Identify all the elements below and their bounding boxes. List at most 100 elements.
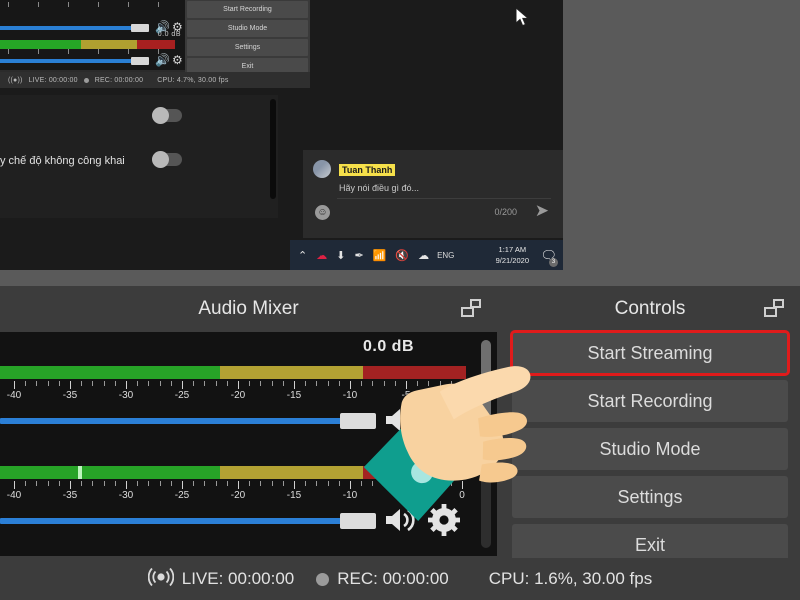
scale-tick-label: -25 <box>174 490 190 501</box>
privacy-toggle-2[interactable] <box>152 151 182 168</box>
mini-obs-window: 🔊 ⚙ 0.0 dB 🔊 ⚙ Start Recording Studio Mo… <box>0 0 310 88</box>
gear-icon[interactable]: ⚙ <box>172 54 183 66</box>
mini-settings-button[interactable]: Settings <box>187 39 308 56</box>
scale-tick-label: -30 <box>118 490 134 501</box>
scale-tick-label: -35 <box>62 390 78 401</box>
volume-fader[interactable] <box>0 418 348 424</box>
live-time: LIVE: 00:00:00 <box>181 569 295 588</box>
input-language-indicator[interactable]: ENG <box>437 251 454 260</box>
gear-icon[interactable] <box>428 404 460 441</box>
speaker-icon[interactable]: 🔊 <box>155 54 170 66</box>
undock-icon[interactable] <box>764 299 784 317</box>
send-icon[interactable]: ➤ <box>535 202 549 219</box>
pen-icon[interactable]: ✒ <box>354 249 363 262</box>
level-meter <box>0 366 466 379</box>
mini-fader-knob-2[interactable] <box>131 57 149 65</box>
privacy-toggle-1[interactable] <box>152 107 182 124</box>
scale-tick-label: -15 <box>286 390 302 401</box>
taskbar-tray-icons: ⌃ ☁ ⬇ ✒ 📶 🔇 ☁ <box>298 249 429 262</box>
volume-fader-knob[interactable] <box>340 513 376 529</box>
mini-fader-knob-1[interactable] <box>131 24 149 32</box>
broadcast-icon: ((●)) <box>8 76 23 84</box>
scale-tick-label: -15 <box>286 490 302 501</box>
taskbar-clock[interactable]: 1:17 AM 9/21/2020 <box>496 244 529 266</box>
scale-tick-label: -10 <box>342 390 358 401</box>
audio-mixer-dock: Audio Mixer 0.0 dB -40 -35 -30 -25 -20 -15 -10… <box>0 286 497 556</box>
emoji-icon[interactable]: ☺ <box>315 205 330 220</box>
scale-tick-label: -5 <box>401 490 411 501</box>
rec-status-group: REC: 00:00:00 <box>316 569 449 589</box>
mini-start-recording-button[interactable]: Start Recording <box>187 1 308 18</box>
mini-level-meter-2 <box>0 40 175 49</box>
meter-scale-ticks <box>0 381 466 390</box>
taskbar-date: 9/21/2020 <box>495 256 529 265</box>
settings-toggle-panel: y chế độ không công khai <box>0 95 278 218</box>
embedded-screenshot-region: 🔊 ⚙ 0.0 dB 🔊 ⚙ Start Recording Studio Mo… <box>0 0 800 270</box>
privacy-setting-label: y chế độ không công khai <box>0 155 125 167</box>
mini-audio-mixer: 🔊 ⚙ 0.0 dB 🔊 ⚙ <box>0 0 185 70</box>
meter-peak-indicator <box>78 466 82 479</box>
volume-mute-icon[interactable]: 🔇 <box>395 249 409 262</box>
cpu-stats: CPU: 1.6%, 30.00 fps <box>488 569 653 588</box>
meter-scale-labels: -40 -35 -30 -25 -20 -15 -10 -5 0 <box>0 390 466 403</box>
mini-scale-ticks-1 <box>0 2 175 8</box>
settings-button[interactable]: Settings <box>512 476 788 518</box>
scale-tick-label: -20 <box>230 390 246 401</box>
rec-time: REC: 00:00:00 <box>337 569 449 588</box>
controls-title: Controls <box>614 298 686 319</box>
cpu-status-group: CPU: 1.6%, 30.00 fps <box>489 569 652 589</box>
scale-tick-label: -20 <box>230 490 246 501</box>
record-dot-icon <box>316 572 330 586</box>
mini-fader-2[interactable] <box>0 59 136 63</box>
controls-header: Controls <box>500 286 800 332</box>
windows-taskbar: ⌃ ☁ ⬇ ✒ 📶 🔇 ☁ ENG 1:17 AM 9/21/2020 🗨 3 <box>290 240 563 270</box>
scale-tick-label: -10 <box>342 490 358 501</box>
volume-fader[interactable] <box>0 518 348 524</box>
panel-scrollbar[interactable] <box>270 99 276 199</box>
mini-live-time: LIVE: 00:00:00 <box>28 76 78 84</box>
audio-mixer-body: 0.0 dB -40 -35 -30 -25 -20 -15 -10 -5 0 <box>0 332 497 556</box>
mini-studio-mode-button[interactable]: Studio Mode <box>187 20 308 37</box>
obs-docks: Audio Mixer 0.0 dB -40 -35 -30 -25 -20 -15 -10… <box>0 286 800 600</box>
scale-tick-label: -30 <box>118 390 134 401</box>
chat-username: Tuan Thanh <box>339 164 396 176</box>
mini-cpu-stats: CPU: 4.7%, 30.00 fps <box>157 76 229 84</box>
mini-scale-ticks-2 <box>0 49 175 55</box>
download-icon[interactable]: ⬇ <box>336 249 345 262</box>
scale-tick-label: -35 <box>62 490 78 501</box>
chevron-up-icon[interactable]: ⌃ <box>298 249 307 262</box>
mini-fader-1[interactable] <box>0 26 136 30</box>
chat-message-row: Tuan Thanh Hãy nói điều gì đó... <box>313 160 419 193</box>
speaker-icon[interactable] <box>384 506 418 539</box>
live-status-group: LIVE: 00:00:00 <box>147 567 295 592</box>
meter-scale-ticks <box>0 481 466 490</box>
chat-panel: Tuan Thanh Hãy nói điều gì đó... ☺ 0/200… <box>303 150 563 238</box>
controls-dock: Controls Start Streaming Start Recording… <box>500 286 800 566</box>
obs-status-bar: LIVE: 00:00:00 REC: 00:00:00 CPU: 1.6%, … <box>0 558 800 600</box>
speaker-icon[interactable] <box>384 406 418 439</box>
cloud-error-icon[interactable]: ☁ <box>316 249 327 262</box>
undock-icon[interactable] <box>461 299 481 317</box>
track-db-label: 0.0 dB <box>362 338 414 355</box>
start-streaming-button[interactable]: Start Streaming <box>510 330 790 376</box>
start-recording-button[interactable]: Start Recording <box>512 380 788 422</box>
onedrive-icon[interactable]: ☁ <box>418 249 429 262</box>
embedded-screenshot: 🔊 ⚙ 0.0 dB 🔊 ⚙ Start Recording Studio Mo… <box>0 0 563 270</box>
wifi-icon[interactable]: 📶 <box>373 249 387 262</box>
volume-fader-knob[interactable] <box>340 413 376 429</box>
level-meter <box>0 466 466 479</box>
chat-char-count: 0/200 <box>494 207 517 217</box>
mini-controls-panel: Start Recording Studio Mode Settings Exi… <box>185 0 310 75</box>
mini-rec-time: REC: 00:00:00 <box>94 76 144 84</box>
audio-mixer-header: Audio Mixer <box>0 286 497 332</box>
notification-count-badge: 3 <box>549 258 558 267</box>
scale-tick-label: -40 <box>6 490 22 501</box>
gear-icon[interactable] <box>428 504 460 541</box>
scale-tick-label: -5 <box>401 390 411 401</box>
screen-root: 🔊 ⚙ 0.0 dB 🔊 ⚙ Start Recording Studio Mo… <box>0 0 800 600</box>
vertical-scrollbar[interactable] <box>481 340 491 548</box>
scale-tick-label: -40 <box>6 390 22 401</box>
record-dot-icon <box>83 77 89 83</box>
broadcast-icon <box>147 567 174 592</box>
studio-mode-button[interactable]: Studio Mode <box>512 428 788 470</box>
